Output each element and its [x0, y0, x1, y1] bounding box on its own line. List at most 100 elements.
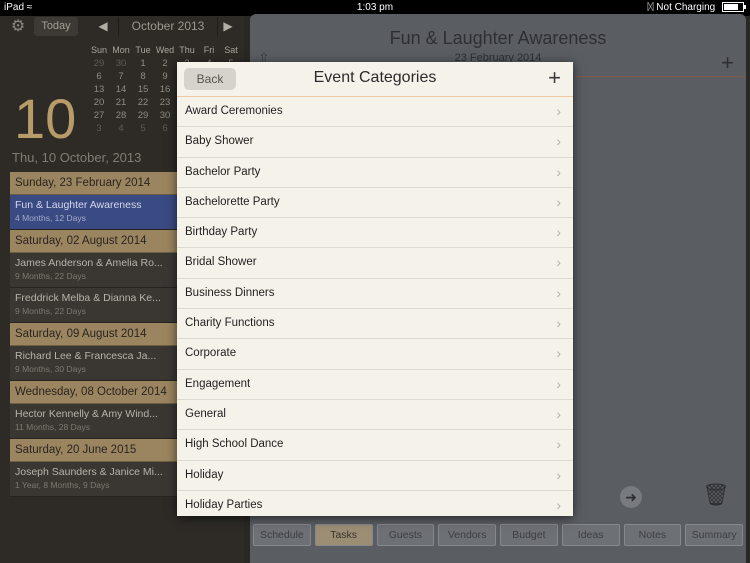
battery-status: Not Charging: [656, 2, 716, 13]
calendar-day[interactable]: 29: [132, 109, 154, 122]
category-row[interactable]: Bridal Shower ›: [177, 248, 573, 279]
weekday-header: Sun Mon Tue Wed Thu Fri Sat: [88, 44, 242, 57]
calendar-toolbar: ⚙ Today ◀ October 2013 ▶: [0, 16, 244, 38]
category-label: Baby Shower: [185, 135, 254, 148]
calendar-day[interactable]: 6: [88, 70, 110, 83]
calendar-day[interactable]: 21: [110, 96, 132, 109]
event-categories-popover: Back Event Categories + Award Ceremonies…: [177, 62, 573, 516]
category-row[interactable]: Holiday Parties ›: [177, 491, 573, 516]
calendar-day[interactable]: 13: [88, 83, 110, 96]
weekday-label: Sun: [90, 45, 107, 55]
calendar-day[interactable]: 9: [154, 70, 176, 83]
calendar-day[interactable]: 14: [110, 83, 132, 96]
chevron-right-icon: ›: [556, 254, 561, 271]
category-row[interactable]: High School Dance ›: [177, 430, 573, 461]
weekday-label: Tue: [135, 45, 151, 55]
weekday-label: Mon: [112, 45, 130, 55]
trash-icon[interactable]: 🗑: [702, 482, 730, 508]
tab-notes[interactable]: Notes: [623, 524, 682, 546]
chevron-right-icon: ›: [556, 133, 561, 150]
calendar-day[interactable]: 20: [88, 96, 110, 109]
weekday-label: Sat: [224, 45, 238, 55]
chevron-right-icon: ›: [556, 224, 561, 241]
calendar-day[interactable]: 4: [110, 122, 132, 135]
tab-vendors[interactable]: Vendors: [438, 524, 496, 546]
bluetooth-icon: ᛞ: [647, 2, 654, 13]
category-row[interactable]: Charity Functions ›: [177, 309, 573, 340]
add-category-button[interactable]: +: [548, 65, 561, 91]
category-row[interactable]: Business Dinners ›: [177, 279, 573, 310]
month-label: October 2013: [118, 17, 218, 36]
date-caption: Thu, 10 October, 2013: [12, 150, 142, 165]
weekday-label: Wed: [155, 45, 175, 55]
detail-tabs: Schedule Tasks Guests Vendors Budget Ideas Not…: [253, 524, 743, 546]
category-row[interactable]: Bachelor Party ›: [177, 158, 573, 188]
calendar-day[interactable]: 30: [110, 57, 132, 70]
category-row[interactable]: Baby Shower ›: [177, 127, 573, 158]
category-label: Business Dinners: [185, 286, 275, 299]
category-row[interactable]: Birthday Party ›: [177, 218, 573, 249]
calendar-day[interactable]: 28: [110, 109, 132, 122]
tab-guests[interactable]: Guests: [376, 524, 435, 546]
chevron-right-icon: ›: [556, 375, 561, 392]
calendar-day[interactable]: 29: [88, 57, 110, 70]
category-label: Birthday Party: [185, 226, 258, 239]
event-title: Fun & Laughter Awareness: [389, 28, 607, 48]
tab-ideas[interactable]: Ideas: [561, 524, 620, 546]
calendar-day[interactable]: 22: [132, 96, 154, 109]
category-label: Holiday: [185, 468, 224, 481]
chevron-right-icon: ›: [556, 193, 561, 210]
category-row[interactable]: Corporate ›: [177, 339, 573, 370]
category-label: Award Ceremonies: [185, 105, 283, 117]
calendar-day[interactable]: 2: [154, 57, 176, 70]
calendar-day[interactable]: 7: [110, 70, 132, 83]
calendar-day[interactable]: 16: [154, 83, 176, 96]
calendar-day[interactable]: 27: [88, 109, 110, 122]
category-row[interactable]: Holiday ›: [177, 461, 573, 491]
calendar-day[interactable]: 3: [88, 122, 110, 135]
category-label: Bachelor Party: [185, 165, 261, 178]
today-button[interactable]: Today: [34, 17, 78, 36]
tab-budget[interactable]: Budget: [500, 524, 558, 546]
category-label: Holiday Parties: [185, 498, 263, 511]
category-row[interactable]: Award Ceremonies ›: [177, 97, 573, 128]
plus-icon[interactable]: +: [721, 50, 734, 76]
chevron-right-icon: ›: [556, 284, 561, 301]
calendar-day[interactable]: 5: [132, 122, 154, 135]
category-label: Corporate: [185, 347, 237, 360]
calendar-day[interactable]: 30: [154, 109, 176, 122]
arrow-right-icon[interactable]: ➜: [620, 486, 642, 508]
chevron-right-icon: ›: [556, 315, 561, 332]
tab-summary[interactable]: Summary: [685, 524, 743, 546]
category-label: Engagement: [185, 377, 251, 390]
chevron-left-icon[interactable]: ◀: [94, 17, 112, 36]
chevron-right-icon: ›: [556, 103, 561, 119]
category-label: General: [185, 407, 226, 420]
chevron-right-icon: ›: [556, 163, 561, 180]
big-day-number: 10: [14, 87, 77, 150]
calendar-day[interactable]: 6: [154, 122, 176, 135]
chevron-right-icon[interactable]: ▶: [219, 17, 237, 36]
chevron-right-icon: ›: [556, 405, 561, 422]
chevron-right-icon: ›: [556, 466, 561, 483]
popover-header: Back Event Categories +: [177, 62, 573, 97]
battery-icon: [722, 2, 746, 13]
category-row[interactable]: General ›: [177, 400, 573, 431]
calendar-day[interactable]: 8: [132, 70, 154, 83]
tab-schedule[interactable]: Schedule: [253, 524, 311, 546]
popover-title: Event Categories: [313, 69, 437, 86]
gear-icon[interactable]: ⚙: [8, 18, 28, 36]
chevron-right-icon: ›: [556, 436, 561, 453]
category-row[interactable]: Bachelorette Party ›: [177, 188, 573, 219]
calendar-day[interactable]: 15: [132, 83, 154, 96]
tab-tasks[interactable]: Tasks: [314, 524, 373, 546]
category-label: High School Dance: [185, 438, 284, 451]
category-label: Bachelorette Party: [185, 195, 280, 208]
chevron-right-icon: ›: [556, 496, 561, 513]
chevron-right-icon: ›: [556, 345, 561, 362]
category-row[interactable]: Engagement ›: [177, 370, 573, 400]
calendar-day[interactable]: 23: [154, 96, 176, 109]
weekday-label: Fri: [203, 45, 215, 55]
calendar-day[interactable]: 1: [132, 57, 154, 70]
battery-fill: [724, 4, 739, 11]
